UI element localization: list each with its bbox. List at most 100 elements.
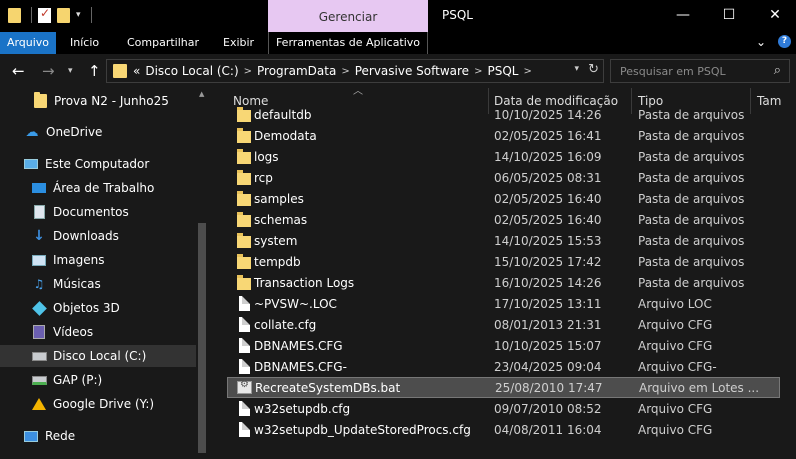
folder-icon — [237, 253, 251, 269]
file-type: Pasta de arquivos — [638, 191, 745, 206]
sidebar-item-documents[interactable]: Documentos — [0, 201, 196, 223]
sidebar-item-google-drive[interactable]: Google Drive (Y:) — [0, 393, 196, 415]
file-icon — [239, 359, 250, 374]
file-row[interactable]: Demodata 02/05/2025 16:41 Pasta de arquivo… — [227, 125, 780, 146]
file-name: schemas — [254, 212, 308, 227]
customize-toolbar-icon[interactable]: ▾ — [76, 10, 81, 20]
minimize-button[interactable]: — — [660, 0, 706, 30]
sidebar-scrollbar[interactable] — [198, 223, 206, 453]
file-name: ~PVSW~.LOC — [254, 296, 337, 311]
file-row[interactable]: DBNAMES.CFG- 23/04/2025 09:04 Arquivo CFG- — [227, 356, 780, 377]
file-icon — [239, 296, 250, 311]
sidebar-item-label: Prova N2 - Junho25 — [54, 94, 169, 108]
context-tab-header: Gerenciar — [268, 0, 428, 32]
document-icon — [31, 205, 47, 219]
sidebar-item-local-disk[interactable]: Disco Local (C:) — [0, 345, 196, 367]
maximize-button[interactable]: ☐ — [706, 0, 752, 30]
file-row[interactable]: samples 02/05/2025 16:40 Pasta de arquivos — [227, 188, 780, 209]
breadcrumb: « Disco Local (C:) > ProgramData > Perva… — [133, 64, 532, 78]
file-row[interactable]: tempdb 15/10/2025 17:42 Pasta de arquivos — [227, 251, 780, 272]
chevron-right-icon[interactable]: > — [523, 66, 531, 77]
new-folder-icon[interactable] — [57, 7, 70, 23]
refresh-icon[interactable]: ↻ — [588, 62, 599, 77]
sidebar-item-gap-drive[interactable]: GAP (P:) — [0, 369, 196, 391]
file-row[interactable]: rcp 06/05/2025 08:31 Pasta de arquivos — [227, 167, 780, 188]
address-bar[interactable]: « Disco Local (C:) > ProgramData > Perva… — [106, 59, 604, 83]
ribbon-tabs: Arquivo Início Compartilhar Exibir Ferra… — [0, 32, 796, 54]
file-row[interactable]: w32setupdb_UpdateStoredProcs.cfg 04/08/20… — [227, 419, 780, 440]
up-arrow-icon[interactable]: ↑ — [88, 62, 101, 80]
sidebar-item-desktop[interactable]: Área de Trabalho — [0, 177, 196, 199]
file-name: samples — [254, 191, 304, 206]
file-row[interactable]: defaultdb 10/10/2025 14:26 Pasta de arquiv… — [227, 104, 780, 125]
chevron-right-icon[interactable]: > — [474, 66, 482, 77]
search-icon[interactable]: ⌕ — [774, 63, 781, 78]
file-icon — [239, 401, 250, 416]
file-name: DBNAMES.CFG- — [254, 359, 347, 374]
file-type: Pasta de arquivos — [638, 170, 745, 185]
sidebar-item-pictures[interactable]: Imagens — [0, 249, 196, 271]
search-box[interactable]: Pesquisar em PSQL ⌕ — [610, 59, 790, 83]
file-row[interactable]: Transaction Logs 16/10/2025 14:26 Pasta de… — [227, 272, 780, 293]
expand-ribbon-icon[interactable]: ⌄ — [756, 35, 766, 49]
title-bar: ▾ Gerenciar PSQL — ☐ ✕ — [0, 0, 796, 32]
window-title: PSQL — [442, 8, 473, 22]
help-icon[interactable]: ? — [778, 35, 791, 48]
sidebar-item-downloads[interactable]: ↓ Downloads — [0, 225, 196, 247]
breadcrumb-item[interactable]: Pervasive Software — [355, 64, 469, 78]
folder-icon — [32, 92, 48, 108]
chevron-right-icon[interactable]: > — [244, 66, 252, 77]
recent-locations-icon[interactable]: ▾ — [68, 66, 73, 76]
file-date: 02/05/2025 16:41 — [494, 128, 602, 143]
file-row[interactable]: DBNAMES.CFG 10/10/2025 15:07 Arquivo CFG — [227, 335, 780, 356]
scroll-up-icon[interactable]: ▲ — [199, 90, 205, 98]
folder-icon — [237, 106, 251, 122]
sidebar-item-videos[interactable]: Vídeos — [0, 321, 196, 343]
chevron-right-icon[interactable]: > — [341, 66, 349, 77]
properties-icon[interactable] — [38, 6, 51, 23]
file-type: Pasta de arquivos — [638, 233, 745, 248]
breadcrumb-item[interactable]: Disco Local (C:) — [145, 64, 238, 78]
back-arrow-icon[interactable]: ← — [12, 62, 25, 80]
folder-icon — [8, 7, 21, 23]
sidebar-item-prova[interactable]: Prova N2 - Junho25 — [0, 90, 196, 112]
cloud-icon: ☁ — [25, 124, 39, 140]
file-row[interactable]: w32setupdb.cfg 09/07/2010 08:52 Arquivo CF… — [227, 398, 780, 419]
desktop-icon — [31, 181, 47, 195]
file-list: ︿ Nome Data de modificação Tipo Tam defa… — [212, 88, 796, 459]
file-row[interactable]: RecreateSystemDBs.bat 25/08/2010 17:47 Arq… — [227, 377, 780, 398]
tab-home[interactable]: Início — [70, 32, 99, 54]
folder-icon — [237, 232, 251, 248]
file-row[interactable]: schemas 02/05/2025 16:40 Pasta de arquivos — [227, 209, 780, 230]
folder-icon — [113, 64, 127, 78]
file-row[interactable]: system 14/10/2025 15:53 Pasta de arquivos — [227, 230, 780, 251]
file-row[interactable]: collate.cfg 08/01/2013 21:31 Arquivo CFG — [227, 314, 780, 335]
breadcrumb-item[interactable]: ProgramData — [257, 64, 336, 78]
file-name: Demodata — [254, 128, 317, 143]
sidebar-item-onedrive[interactable]: ☁ OneDrive — [0, 121, 196, 143]
tab-view[interactable]: Exibir — [223, 32, 254, 54]
address-dropdown-icon[interactable]: ▾ — [574, 64, 579, 74]
sidebar-item-this-pc[interactable]: Este Computador — [0, 153, 196, 175]
video-icon — [31, 325, 47, 339]
sidebar-item-label: Google Drive (Y:) — [53, 397, 155, 411]
tab-share[interactable]: Compartilhar — [127, 32, 199, 54]
sidebar-item-3d-objects[interactable]: Objetos 3D — [0, 297, 196, 319]
tab-application-tools[interactable]: Ferramentas de Aplicativo — [268, 32, 428, 54]
file-type: Arquivo em Lotes ... — [639, 380, 760, 395]
file-type: Arquivo LOC — [638, 296, 712, 311]
file-row[interactable]: logs 14/10/2025 16:09 Pasta de arquivos — [227, 146, 780, 167]
sidebar-item-label: Disco Local (C:) — [53, 349, 147, 363]
breadcrumb-overflow[interactable]: « — [133, 64, 140, 78]
forward-arrow-icon[interactable]: → — [42, 62, 55, 80]
sidebar-item-network[interactable]: Rede — [0, 425, 196, 447]
close-button[interactable]: ✕ — [752, 0, 796, 30]
file-type: Arquivo CFG — [638, 401, 713, 416]
sidebar-item-music[interactable]: ♫ Músicas — [0, 273, 196, 295]
search-input[interactable]: Pesquisar em PSQL — [620, 65, 726, 78]
tab-file[interactable]: Arquivo — [0, 32, 56, 54]
folder-icon — [237, 169, 251, 185]
file-row[interactable]: ~PVSW~.LOC 17/10/2025 13:11 Arquivo LOC — [227, 293, 780, 314]
breadcrumb-item[interactable]: PSQL — [487, 64, 518, 78]
file-date: 02/05/2025 16:40 — [494, 212, 602, 227]
